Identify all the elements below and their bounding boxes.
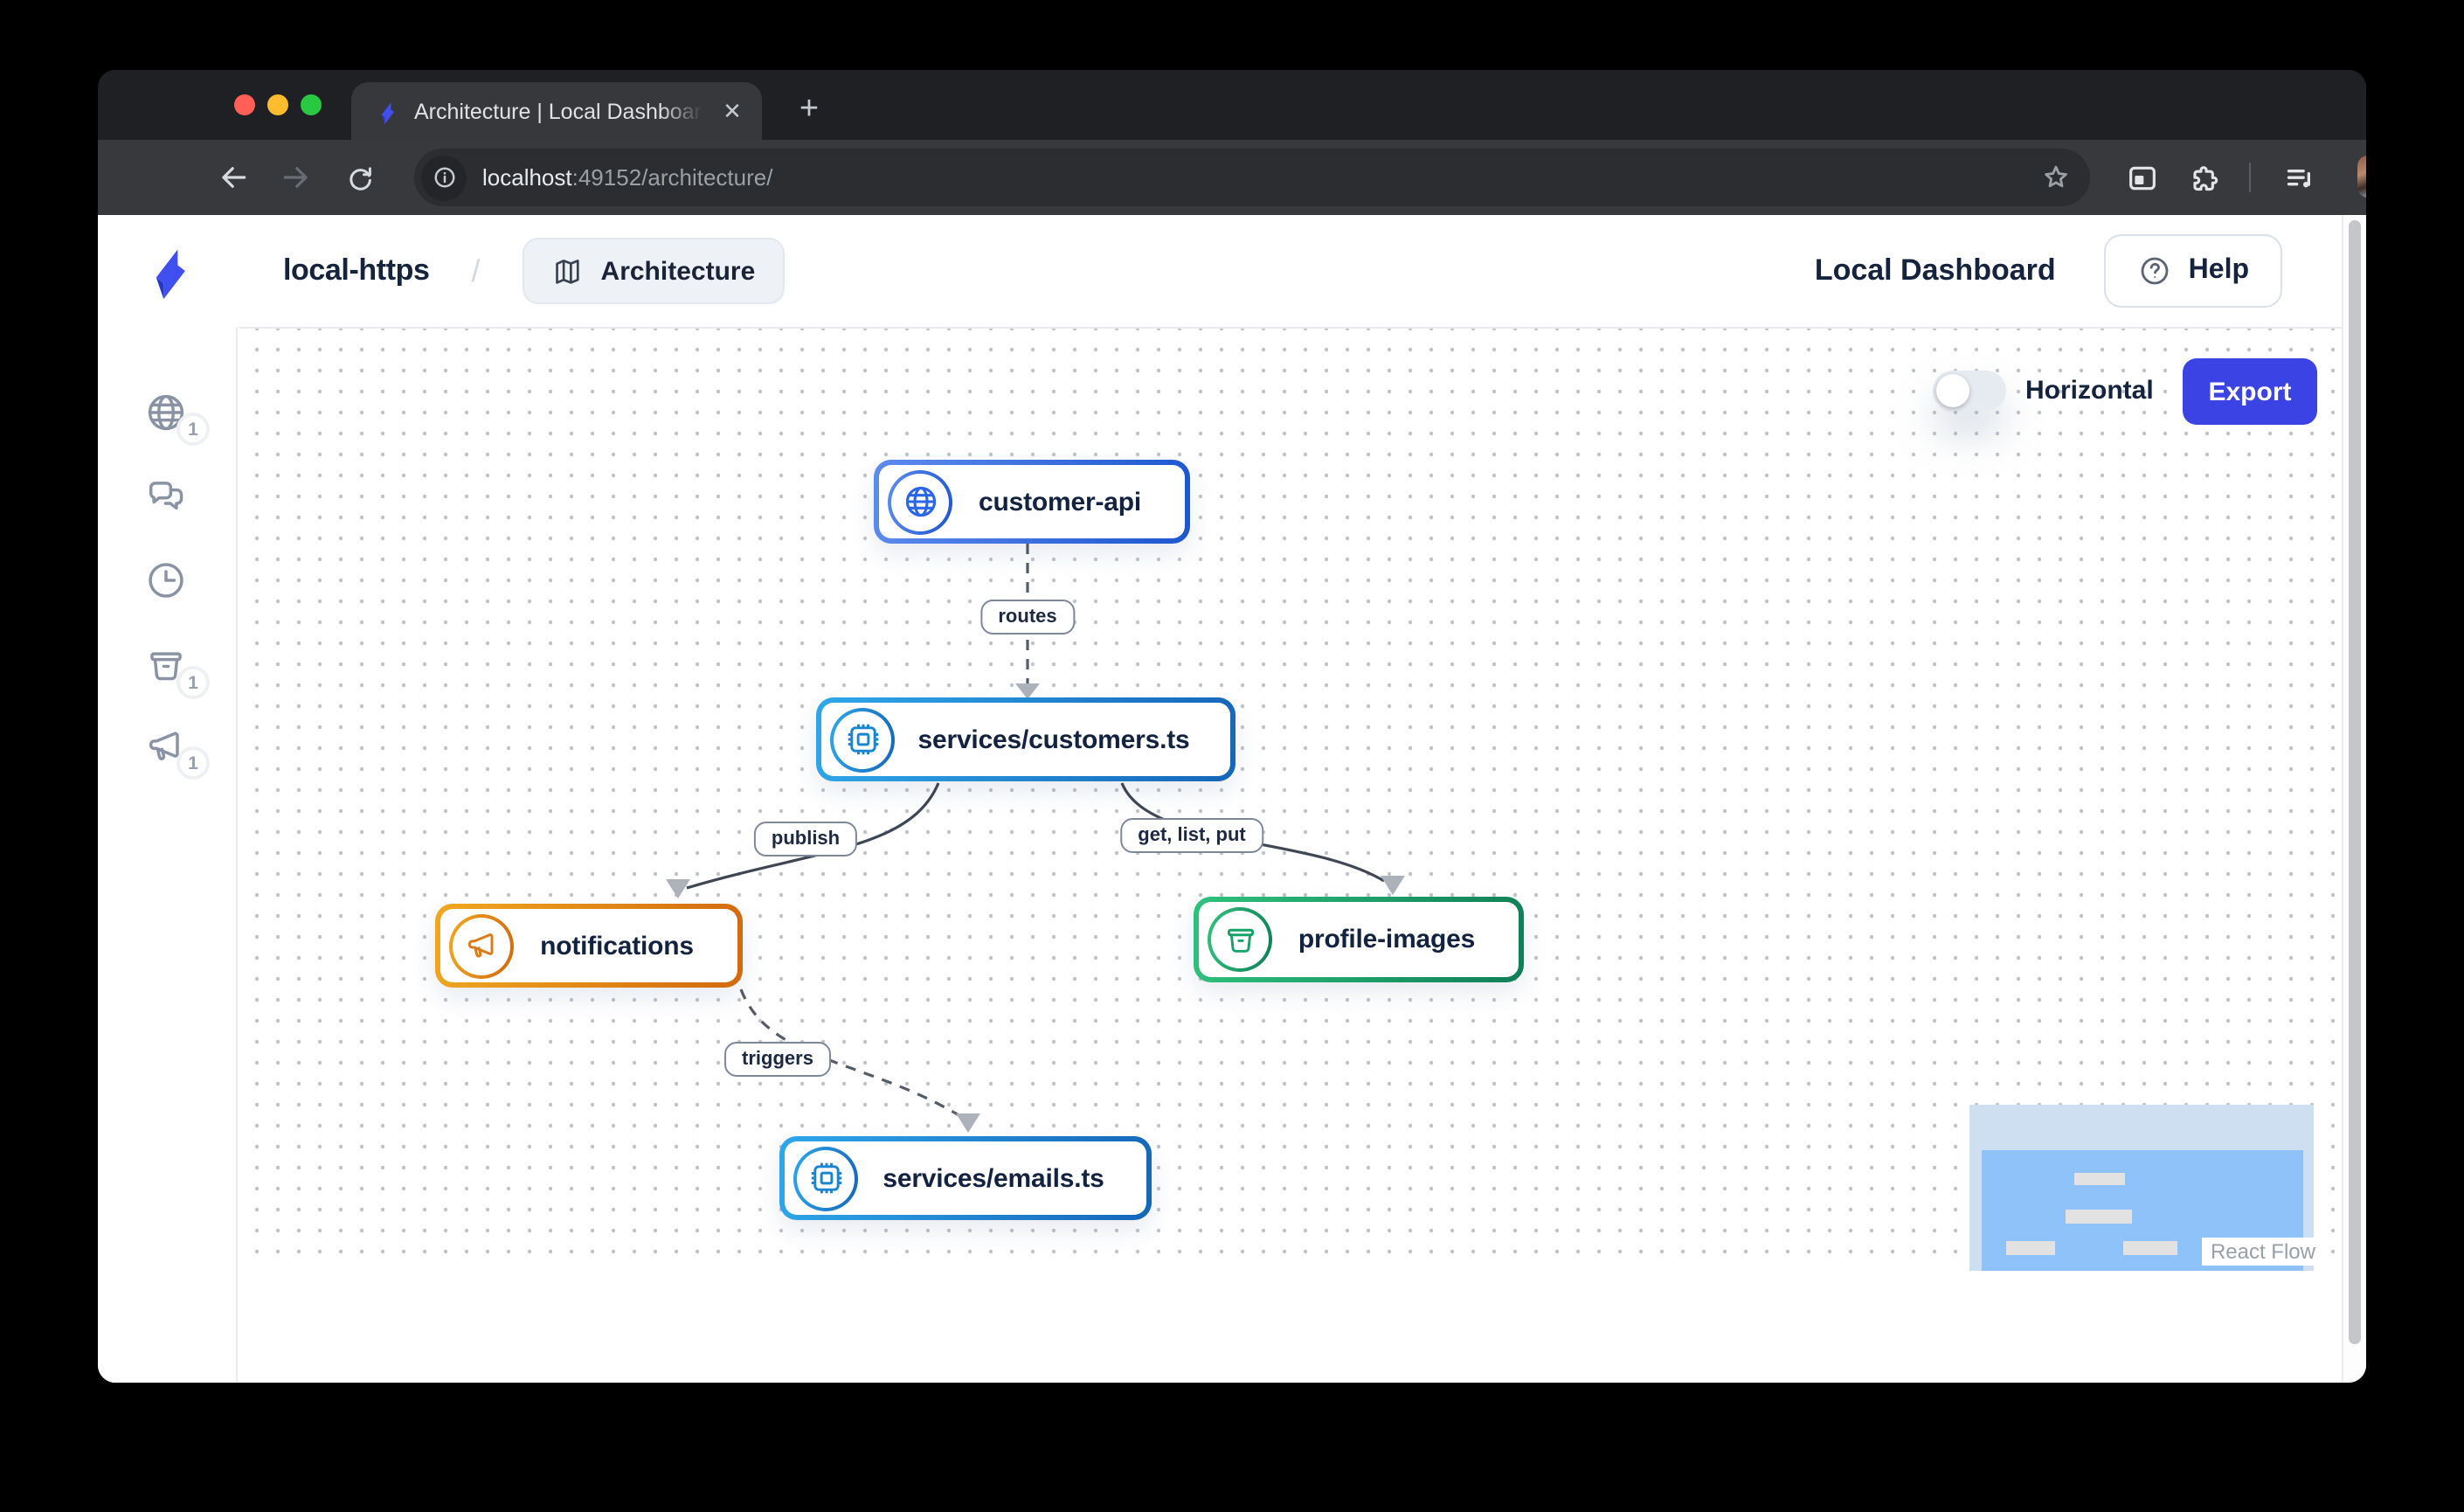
sidebar-item-gateways[interactable]: 1 bbox=[143, 390, 189, 435]
url-path: :49152/architecture/ bbox=[572, 164, 773, 191]
screenshot-root: Architecture | Local Dashboar ✕ + bbox=[0, 0, 2464, 1512]
minimap-node bbox=[2006, 1241, 2055, 1255]
edge-label-routes: routes bbox=[980, 600, 1074, 635]
address-bar[interactable]: localhost:49152/architecture/ bbox=[414, 149, 2090, 206]
left-sidebar: 1 1 1 bbox=[98, 327, 238, 1383]
node-label: notifications bbox=[514, 931, 737, 961]
back-icon bbox=[216, 161, 249, 194]
globe-icon bbox=[888, 469, 952, 534]
browser-toolbar: localhost:49152/architecture/ bbox=[98, 140, 2366, 215]
favicon-encore-logo bbox=[372, 97, 400, 125]
dashboard-title: Local Dashboard bbox=[1815, 253, 2056, 288]
sidebar-item-history[interactable] bbox=[143, 558, 189, 603]
sidebar-badge: 1 bbox=[176, 413, 210, 446]
toggle-knob bbox=[1936, 374, 1969, 407]
url-text: localhost:49152/architecture/ bbox=[482, 164, 2039, 191]
map-icon bbox=[552, 254, 585, 288]
export-button[interactable]: Export bbox=[2183, 358, 2317, 425]
edge-label-get-list-put: get, list, put bbox=[1120, 818, 1263, 853]
bookmark-star-icon[interactable] bbox=[2039, 161, 2073, 194]
minimap-node bbox=[2066, 1210, 2132, 1224]
react-flow-attribution[interactable]: React Flow bbox=[2202, 1238, 2324, 1266]
sidebar-badge: 1 bbox=[176, 746, 210, 780]
new-tab-button[interactable]: + bbox=[788, 91, 830, 129]
page-content: local-https / Architecture Local Dashboa… bbox=[98, 215, 2366, 1383]
media-playlist-icon bbox=[2282, 161, 2317, 196]
edge-label-publish: publish bbox=[754, 822, 857, 857]
tab-close-icon[interactable]: ✕ bbox=[716, 95, 748, 127]
sidebar-item-chat[interactable] bbox=[143, 474, 189, 519]
side-panel-button[interactable] bbox=[2120, 156, 2165, 201]
node-notifications[interactable]: notifications bbox=[435, 904, 743, 988]
encore-logo bbox=[138, 241, 197, 301]
node-services-emails[interactable]: services/emails.ts bbox=[779, 1136, 1152, 1220]
media-controls-button[interactable] bbox=[2277, 156, 2322, 201]
app-header: local-https / Architecture Local Dashboa… bbox=[98, 215, 2366, 327]
zoom-window-button[interactable] bbox=[301, 94, 322, 115]
horizontal-toggle-label: Horizontal bbox=[2025, 376, 2154, 406]
node-label: services/emails.ts bbox=[858, 1163, 1146, 1193]
side-panel-icon bbox=[2125, 161, 2160, 196]
profile-avatar[interactable] bbox=[2357, 156, 2366, 198]
clock-icon bbox=[143, 558, 189, 603]
extensions-button[interactable] bbox=[2183, 156, 2228, 201]
question-circle-icon bbox=[2138, 253, 2173, 288]
url-host: localhost bbox=[482, 164, 572, 191]
bucket-icon bbox=[1208, 907, 1272, 972]
scrollbar-thumb[interactable] bbox=[2349, 220, 2361, 1344]
site-info-icon bbox=[431, 164, 457, 191]
site-info-button[interactable] bbox=[421, 155, 467, 200]
tab-title: Architecture | Local Dashboar bbox=[414, 99, 703, 123]
browser-tab[interactable]: Architecture | Local Dashboar ✕ bbox=[351, 82, 762, 140]
minimap-node bbox=[2123, 1241, 2177, 1255]
node-profile-images[interactable]: profile-images bbox=[1194, 897, 1524, 982]
sidebar-badge: 1 bbox=[176, 666, 210, 699]
breadcrumb-separator: / bbox=[472, 253, 481, 289]
app-logo[interactable] bbox=[98, 241, 238, 301]
page-scrollbar[interactable] bbox=[2342, 215, 2366, 1383]
node-services-customers[interactable]: services/customers.ts bbox=[816, 697, 1235, 781]
forward-icon bbox=[279, 161, 312, 194]
chip-icon bbox=[793, 1146, 858, 1210]
chip-icon bbox=[830, 707, 895, 772]
toolbar-divider bbox=[2249, 163, 2251, 192]
minimize-window-button[interactable] bbox=[267, 94, 288, 115]
help-button-label: Help bbox=[2189, 255, 2249, 287]
sidebar-item-topics[interactable]: 1 bbox=[143, 724, 189, 769]
tab-architecture[interactable]: Architecture bbox=[523, 238, 786, 304]
tab-strip: Architecture | Local Dashboar ✕ + bbox=[98, 70, 2366, 140]
sidebar-item-buckets[interactable]: 1 bbox=[143, 643, 189, 689]
minimap-node bbox=[2074, 1173, 2125, 1185]
extensions-icon bbox=[2188, 161, 2223, 196]
node-label: customer-api bbox=[952, 487, 1185, 517]
megaphone-icon bbox=[449, 913, 514, 978]
help-button[interactable]: Help bbox=[2105, 234, 2282, 308]
node-label: services/customers.ts bbox=[895, 725, 1230, 754]
tab-architecture-label: Architecture bbox=[601, 256, 756, 286]
project-name: local-https bbox=[283, 253, 430, 288]
reload-icon bbox=[344, 162, 376, 193]
back-button[interactable] bbox=[211, 156, 253, 198]
node-customer-api[interactable]: customer-api bbox=[874, 460, 1190, 544]
horizontal-toggle[interactable] bbox=[1933, 371, 2006, 411]
node-label: profile-images bbox=[1272, 925, 1519, 954]
chat-bubbles-icon bbox=[143, 474, 189, 519]
forward-button[interactable] bbox=[274, 156, 316, 198]
flow-canvas[interactable]: customer-api services/customers.ts notif… bbox=[239, 327, 2342, 1271]
close-window-button[interactable] bbox=[234, 94, 255, 115]
browser-window: Architecture | Local Dashboar ✕ + bbox=[98, 70, 2366, 1383]
reload-button[interactable] bbox=[339, 156, 381, 198]
edge-label-triggers: triggers bbox=[724, 1042, 831, 1077]
